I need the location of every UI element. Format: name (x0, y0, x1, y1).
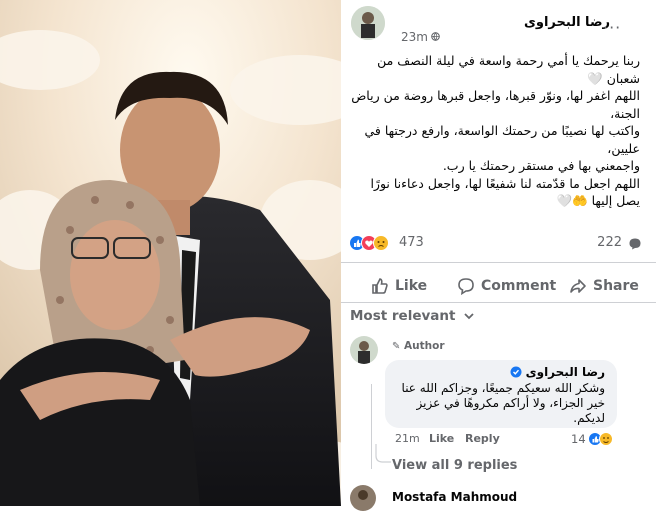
comment-button[interactable]: Comment (457, 271, 556, 301)
post-header: 23m · رضا البحراوى ··· (341, 6, 656, 44)
next-commenter-name[interactable]: Mostafa Mahmoud (392, 490, 517, 504)
share-icon (570, 279, 586, 293)
comment-time[interactable]: 21m (395, 432, 420, 445)
comment-reactions[interactable]: 14 (571, 432, 616, 446)
comment-label: Comment (481, 278, 557, 294)
comment-reaction-count: 14 (571, 432, 586, 446)
author-avatar[interactable] (351, 6, 385, 40)
like-label: Like (395, 278, 428, 294)
post-line: اللهم اجعل ما قدّمته لنا شفيعًا لها، واج… (370, 175, 640, 209)
reactions-summary[interactable] (349, 235, 397, 251)
post-photo[interactable] (0, 0, 341, 506)
sort-label: Most relevant (350, 308, 456, 324)
post-line: اللهم اغفر لها، ونوّر قبرها، واجعل قبرها… (351, 88, 640, 121)
comment-icon (458, 278, 474, 295)
comment-reaction-icons (587, 432, 613, 446)
divider (341, 302, 656, 303)
divider (341, 262, 656, 263)
view-replies-link[interactable]: View all 9 replies (392, 458, 517, 473)
author-name[interactable]: رضا البحراوى (524, 15, 610, 30)
reaction-stats: 473 222 (349, 232, 648, 254)
more-options-icon[interactable]: ··· (603, 18, 621, 37)
share-button[interactable]: Share (569, 271, 639, 301)
verified-badge-icon (510, 366, 522, 378)
next-commenter-avatar[interactable] (350, 485, 376, 511)
reply-branch-icon (375, 444, 391, 463)
author-badge-label: Author (404, 340, 445, 352)
post-line: ربنا يرحمك يا أمي رحمة واسعة في ليلة الن… (377, 53, 640, 86)
avatar-icon (350, 485, 376, 511)
comment-count[interactable]: 222 (597, 235, 622, 250)
post-line: واجمعني بها في مستقر رحمتك يا رب. (442, 158, 640, 173)
comment-author[interactable]: رضا البحراوى (510, 365, 605, 379)
reaction-count[interactable]: 473 (399, 235, 424, 250)
comment-text: وشكر الله سعيكم جميعًا، وجزاكم الله عنا … (401, 381, 605, 425)
thumb-up-icon (372, 278, 388, 294)
post-text: ربنا يرحمك يا أمي رحمة واسعة في ليلة الن… (349, 52, 640, 210)
comment-reply-button[interactable]: Reply (465, 432, 500, 445)
commenter-avatar[interactable] (350, 336, 378, 364)
sad-icon (373, 235, 389, 251)
comment-bubble-icon (629, 238, 641, 250)
portrait-photo (0, 0, 341, 506)
comment-like-button[interactable]: Like (429, 432, 454, 445)
post-line: واكتب لها نصيبًا من رحمتك الواسعة، وارفع… (364, 123, 640, 156)
author-badge: ✎ Author (392, 340, 445, 352)
post-actions: Like Comment Share (341, 271, 656, 301)
avatar-icon (350, 336, 378, 364)
post-panel: 23m · رضا البحراوى ··· ربنا يرحمك يا أمي… (341, 0, 656, 511)
thread-line (371, 384, 372, 469)
pen-icon: ✎ (392, 341, 401, 352)
comment-author-name: رضا البحراوى (525, 365, 605, 379)
share-label: Share (593, 278, 639, 294)
comment-sort-dropdown[interactable]: Most relevant (350, 308, 474, 324)
chevron-down-icon (464, 313, 474, 320)
avatar-icon (351, 6, 385, 40)
globe-icon (431, 32, 440, 41)
comment-bubble: رضا البحراوى وشكر الله سعيكم جميعًا، وجز… (385, 360, 617, 428)
like-button[interactable]: Like (371, 271, 427, 301)
